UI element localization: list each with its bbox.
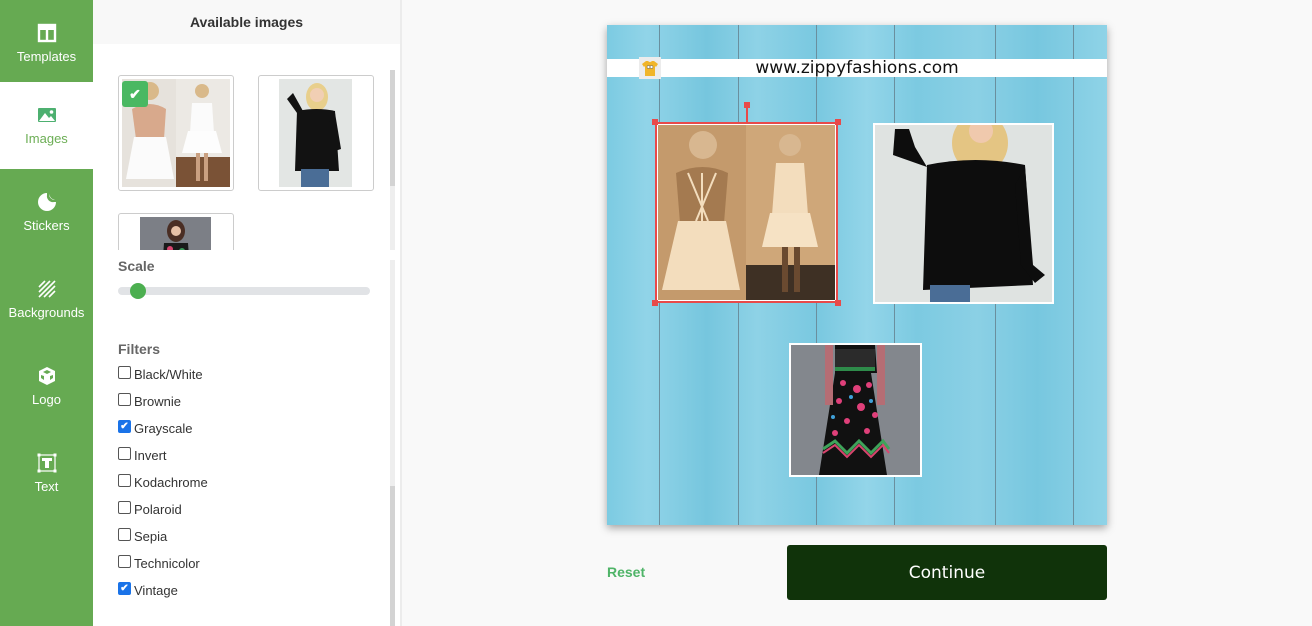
nav-item-images[interactable]: Images	[0, 82, 93, 169]
checkbox[interactable]: ✔	[118, 581, 131, 595]
nav-label: Images	[25, 131, 68, 146]
checkbox[interactable]	[118, 392, 131, 406]
selected-check-icon: ✔	[122, 81, 148, 107]
filter-label: Black/White	[134, 366, 203, 382]
filter-black-white[interactable]: Black/White	[118, 365, 203, 383]
filter-label: Invert	[134, 447, 167, 463]
filter-grayscale[interactable]: ✔ Grayscale	[118, 419, 193, 437]
backgrounds-icon	[37, 280, 56, 298]
left-nav: Templates Images Stickers Backgrounds Lo…	[0, 0, 93, 626]
image-icon	[37, 108, 56, 122]
nav-item-logo[interactable]: Logo	[0, 343, 93, 430]
filter-brownie[interactable]: Brownie	[118, 392, 181, 410]
checkbox[interactable]	[118, 365, 131, 379]
filter-label: Grayscale	[134, 420, 193, 436]
filter-polaroid[interactable]: Polaroid	[118, 500, 182, 518]
rotate-handle[interactable]	[744, 102, 750, 108]
resize-handle-bottom-left[interactable]	[652, 300, 658, 306]
template-icon	[37, 23, 56, 43]
nav-label: Logo	[32, 392, 61, 407]
filter-label: Polaroid	[134, 501, 182, 517]
filter-label: Brownie	[134, 393, 181, 409]
panel-scrollbar[interactable]	[390, 260, 395, 626]
filter-label: Vintage	[134, 582, 178, 598]
nav-item-text[interactable]: Text	[0, 430, 93, 517]
filter-sepia[interactable]: Sepia	[118, 527, 167, 545]
images-panel: Available images ✔ Scale Filters Black/W…	[93, 0, 400, 626]
canvas-image-floral-dress[interactable]	[789, 343, 922, 477]
nav-label: Backgrounds	[8, 305, 85, 320]
images-scrollbar[interactable]	[390, 70, 395, 250]
checkbox[interactable]	[118, 500, 131, 514]
url-banner[interactable]: www.zippyfashions.com	[607, 58, 1107, 78]
checkbox[interactable]: ✔	[118, 419, 131, 433]
resize-handle-top-right[interactable]	[835, 119, 841, 125]
scale-slider[interactable]	[118, 283, 370, 299]
canvas-image-white-dress[interactable]	[656, 123, 837, 302]
checkbox[interactable]	[118, 527, 131, 541]
checkbox[interactable]	[118, 446, 131, 460]
filter-label: Technicolor	[134, 555, 200, 571]
available-images-list: ✔	[93, 44, 400, 250]
continue-button[interactable]: Continue	[787, 545, 1107, 600]
nav-label: Templates	[16, 49, 77, 64]
filter-label: Sepia	[134, 528, 168, 544]
black-top-image	[279, 79, 352, 187]
filter-vintage[interactable]: ✔ Vintage	[118, 581, 178, 599]
text-icon	[37, 453, 56, 473]
filter-kodachrome[interactable]: Kodachrome	[118, 473, 208, 491]
scale-slider-knob[interactable]	[130, 283, 147, 299]
scale-label: Scale	[118, 258, 155, 274]
image-thumb-white-dress[interactable]: ✔	[118, 75, 234, 191]
image-thumb-black-top[interactable]	[258, 75, 374, 191]
black-top-image	[875, 113, 1052, 302]
panel-divider	[400, 0, 402, 626]
filters-label: Filters	[118, 341, 161, 357]
checkbox[interactable]	[118, 554, 131, 568]
white-dress-vintage-image	[658, 125, 835, 300]
canvas-image-black-top[interactable]	[873, 113, 1054, 304]
design-canvas[interactable]: www.zippyfashions.com	[607, 25, 1107, 525]
scrollbar-thumb[interactable]	[390, 70, 395, 186]
image-thumb-floral-dress[interactable]	[118, 213, 234, 250]
checkbox[interactable]	[118, 473, 131, 487]
nav-label: Text	[34, 479, 59, 494]
filter-technicolor[interactable]: Technicolor	[118, 554, 200, 572]
resize-handle-bottom-right[interactable]	[835, 300, 841, 306]
scrollbar-thumb[interactable]	[390, 486, 395, 626]
filter-invert[interactable]: Invert	[118, 446, 167, 464]
nav-item-backgrounds[interactable]: Backgrounds	[0, 256, 93, 343]
floral-dress-image	[140, 217, 211, 250]
panel-title: Available images	[93, 0, 400, 44]
floral-dress-image	[791, 345, 920, 475]
resize-handle-top-left[interactable]	[652, 119, 658, 125]
logo-cube-icon	[38, 367, 55, 385]
reset-button[interactable]: Reset	[607, 564, 645, 580]
t-shirt-logo-icon[interactable]	[639, 57, 661, 79]
sticker-icon	[37, 193, 56, 211]
filter-label: Kodachrome	[134, 474, 208, 490]
nav-item-stickers[interactable]: Stickers	[0, 169, 93, 256]
nav-item-templates[interactable]: Templates	[0, 0, 93, 87]
nav-label: Stickers	[23, 218, 70, 233]
